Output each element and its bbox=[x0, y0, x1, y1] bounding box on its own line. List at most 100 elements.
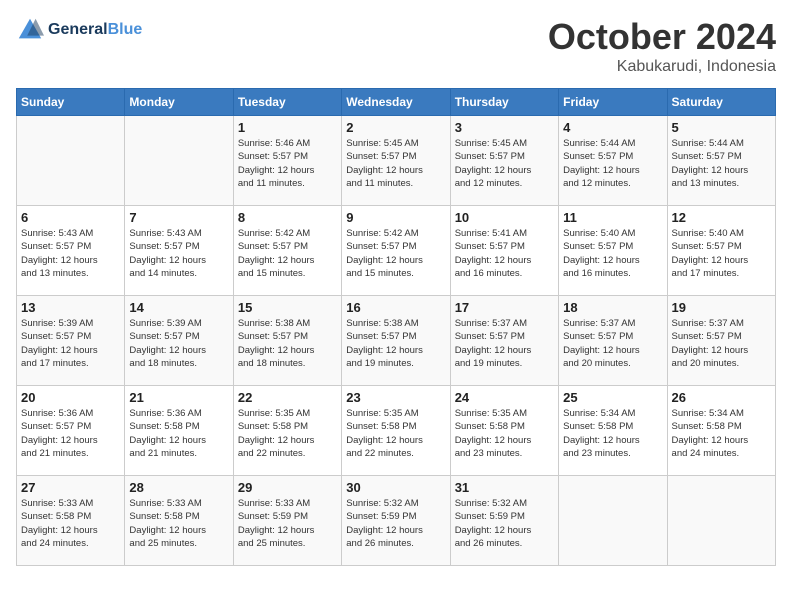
day-info: Sunrise: 5:36 AM Sunset: 5:57 PM Dayligh… bbox=[21, 407, 120, 460]
calendar-cell: 25 Sunrise: 5:34 AM Sunset: 5:58 PM Dayli… bbox=[559, 386, 667, 476]
logo-icon bbox=[16, 16, 44, 44]
logo: GeneralBlue bbox=[16, 16, 142, 44]
calendar-cell: 24 Sunrise: 5:35 AM Sunset: 5:58 PM Dayli… bbox=[450, 386, 558, 476]
calendar-cell: 13Sunrise: 5:39 AM Sunset: 5:57 PM Dayli… bbox=[17, 296, 125, 386]
day-number: 21 bbox=[129, 390, 228, 405]
day-info: Sunrise: 5:35 AM Sunset: 5:58 PM Dayligh… bbox=[346, 407, 445, 460]
page-header: GeneralBlue October 2024 Kabukarudi, Ind… bbox=[16, 16, 776, 76]
day-info: Sunrise: 5:37 AM Sunset: 5:57 PM Dayligh… bbox=[455, 317, 554, 370]
calendar-cell: 7 Sunrise: 5:43 AM Sunset: 5:57 PM Daylig… bbox=[125, 206, 233, 296]
day-number: 9 bbox=[346, 210, 445, 225]
day-number: 20 bbox=[21, 390, 120, 405]
day-info: Sunrise: 5:40 AM Sunset: 5:57 PM Dayligh… bbox=[563, 227, 662, 280]
weekday-header: Friday bbox=[559, 89, 667, 116]
day-info: Sunrise: 5:43 AM Sunset: 5:57 PM Dayligh… bbox=[21, 227, 120, 280]
calendar-week-row: 6 Sunrise: 5:43 AM Sunset: 5:57 PM Daylig… bbox=[17, 206, 776, 296]
day-number: 10 bbox=[455, 210, 554, 225]
calendar-cell: 22Sunrise: 5:35 AM Sunset: 5:58 PM Dayli… bbox=[233, 386, 341, 476]
calendar-cell: 16Sunrise: 5:38 AM Sunset: 5:57 PM Dayli… bbox=[342, 296, 450, 386]
calendar-cell: 10 Sunrise: 5:41 AM Sunset: 5:57 PM Dayli… bbox=[450, 206, 558, 296]
day-number: 15 bbox=[238, 300, 337, 315]
day-info: Sunrise: 5:39 AM Sunset: 5:57 PM Dayligh… bbox=[129, 317, 228, 370]
day-info: Sunrise: 5:39 AM Sunset: 5:57 PM Dayligh… bbox=[21, 317, 120, 370]
day-number: 6 bbox=[21, 210, 120, 225]
day-number: 3 bbox=[455, 120, 554, 135]
calendar-cell bbox=[125, 116, 233, 206]
day-info: Sunrise: 5:34 AM Sunset: 5:58 PM Dayligh… bbox=[563, 407, 662, 460]
day-number: 26 bbox=[672, 390, 771, 405]
calendar-cell: 14 Sunrise: 5:39 AM Sunset: 5:57 PM Dayli… bbox=[125, 296, 233, 386]
title-block: October 2024 Kabukarudi, Indonesia bbox=[548, 16, 776, 76]
month-title: October 2024 bbox=[548, 16, 776, 58]
calendar-week-row: 27 Sunrise: 5:33 AM Sunset: 5:58 PM Dayli… bbox=[17, 476, 776, 566]
calendar-cell: 26 Sunrise: 5:34 AM Sunset: 5:58 PM Dayli… bbox=[667, 386, 775, 476]
day-number: 27 bbox=[21, 480, 120, 495]
day-number: 7 bbox=[129, 210, 228, 225]
calendar-cell: 1 Sunrise: 5:46 AM Sunset: 5:57 PM Daylig… bbox=[233, 116, 341, 206]
calendar-cell: 31Sunrise: 5:32 AM Sunset: 5:59 PM Dayli… bbox=[450, 476, 558, 566]
calendar-cell: 3Sunrise: 5:45 AM Sunset: 5:57 PM Daylig… bbox=[450, 116, 558, 206]
calendar-cell: 15Sunrise: 5:38 AM Sunset: 5:57 PM Dayli… bbox=[233, 296, 341, 386]
calendar-cell bbox=[559, 476, 667, 566]
calendar-cell: 17 Sunrise: 5:37 AM Sunset: 5:57 PM Dayli… bbox=[450, 296, 558, 386]
weekday-header-row: SundayMondayTuesdayWednesdayThursdayFrid… bbox=[17, 89, 776, 116]
calendar-cell: 29 Sunrise: 5:33 AM Sunset: 5:59 PM Dayli… bbox=[233, 476, 341, 566]
day-info: Sunrise: 5:33 AM Sunset: 5:58 PM Dayligh… bbox=[21, 497, 120, 550]
day-info: Sunrise: 5:40 AM Sunset: 5:57 PM Dayligh… bbox=[672, 227, 771, 280]
day-number: 14 bbox=[129, 300, 228, 315]
day-number: 25 bbox=[563, 390, 662, 405]
day-info: Sunrise: 5:43 AM Sunset: 5:57 PM Dayligh… bbox=[129, 227, 228, 280]
day-number: 4 bbox=[563, 120, 662, 135]
day-info: Sunrise: 5:42 AM Sunset: 5:57 PM Dayligh… bbox=[346, 227, 445, 280]
day-info: Sunrise: 5:35 AM Sunset: 5:58 PM Dayligh… bbox=[455, 407, 554, 460]
day-number: 29 bbox=[238, 480, 337, 495]
day-info: Sunrise: 5:41 AM Sunset: 5:57 PM Dayligh… bbox=[455, 227, 554, 280]
day-info: Sunrise: 5:33 AM Sunset: 5:59 PM Dayligh… bbox=[238, 497, 337, 550]
day-info: Sunrise: 5:46 AM Sunset: 5:57 PM Dayligh… bbox=[238, 137, 337, 190]
day-number: 30 bbox=[346, 480, 445, 495]
day-info: Sunrise: 5:42 AM Sunset: 5:57 PM Dayligh… bbox=[238, 227, 337, 280]
calendar-cell: 18Sunrise: 5:37 AM Sunset: 5:57 PM Dayli… bbox=[559, 296, 667, 386]
day-number: 16 bbox=[346, 300, 445, 315]
day-info: Sunrise: 5:37 AM Sunset: 5:57 PM Dayligh… bbox=[672, 317, 771, 370]
calendar-cell bbox=[17, 116, 125, 206]
day-number: 12 bbox=[672, 210, 771, 225]
subtitle: Kabukarudi, Indonesia bbox=[548, 58, 776, 76]
weekday-header: Tuesday bbox=[233, 89, 341, 116]
calendar-week-row: 20 Sunrise: 5:36 AM Sunset: 5:57 PM Dayli… bbox=[17, 386, 776, 476]
calendar-cell: 4Sunrise: 5:44 AM Sunset: 5:57 PM Daylig… bbox=[559, 116, 667, 206]
calendar-cell: 9 Sunrise: 5:42 AM Sunset: 5:57 PM Daylig… bbox=[342, 206, 450, 296]
day-info: Sunrise: 5:33 AM Sunset: 5:58 PM Dayligh… bbox=[129, 497, 228, 550]
weekday-header: Monday bbox=[125, 89, 233, 116]
day-info: Sunrise: 5:32 AM Sunset: 5:59 PM Dayligh… bbox=[455, 497, 554, 550]
day-info: Sunrise: 5:37 AM Sunset: 5:57 PM Dayligh… bbox=[563, 317, 662, 370]
weekday-header: Sunday bbox=[17, 89, 125, 116]
calendar-cell bbox=[667, 476, 775, 566]
day-info: Sunrise: 5:44 AM Sunset: 5:57 PM Dayligh… bbox=[672, 137, 771, 190]
day-info: Sunrise: 5:34 AM Sunset: 5:58 PM Dayligh… bbox=[672, 407, 771, 460]
calendar-cell: 5 Sunrise: 5:44 AM Sunset: 5:57 PM Daylig… bbox=[667, 116, 775, 206]
day-info: Sunrise: 5:32 AM Sunset: 5:59 PM Dayligh… bbox=[346, 497, 445, 550]
day-info: Sunrise: 5:36 AM Sunset: 5:58 PM Dayligh… bbox=[129, 407, 228, 460]
calendar-cell: 27 Sunrise: 5:33 AM Sunset: 5:58 PM Dayli… bbox=[17, 476, 125, 566]
day-info: Sunrise: 5:35 AM Sunset: 5:58 PM Dayligh… bbox=[238, 407, 337, 460]
calendar-week-row: 1 Sunrise: 5:46 AM Sunset: 5:57 PM Daylig… bbox=[17, 116, 776, 206]
day-number: 17 bbox=[455, 300, 554, 315]
calendar-week-row: 13Sunrise: 5:39 AM Sunset: 5:57 PM Dayli… bbox=[17, 296, 776, 386]
calendar-cell: 11 Sunrise: 5:40 AM Sunset: 5:57 PM Dayli… bbox=[559, 206, 667, 296]
day-number: 5 bbox=[672, 120, 771, 135]
day-number: 28 bbox=[129, 480, 228, 495]
calendar-cell: 28 Sunrise: 5:33 AM Sunset: 5:58 PM Dayli… bbox=[125, 476, 233, 566]
weekday-header: Saturday bbox=[667, 89, 775, 116]
calendar-cell: 30 Sunrise: 5:32 AM Sunset: 5:59 PM Dayli… bbox=[342, 476, 450, 566]
day-number: 11 bbox=[563, 210, 662, 225]
day-number: 24 bbox=[455, 390, 554, 405]
weekday-header: Thursday bbox=[450, 89, 558, 116]
day-number: 23 bbox=[346, 390, 445, 405]
calendar-cell: 19 Sunrise: 5:37 AM Sunset: 5:57 PM Dayli… bbox=[667, 296, 775, 386]
day-number: 19 bbox=[672, 300, 771, 315]
calendar-cell: 12 Sunrise: 5:40 AM Sunset: 5:57 PM Dayli… bbox=[667, 206, 775, 296]
day-number: 8 bbox=[238, 210, 337, 225]
day-number: 1 bbox=[238, 120, 337, 135]
calendar-cell: 20 Sunrise: 5:36 AM Sunset: 5:57 PM Dayli… bbox=[17, 386, 125, 476]
